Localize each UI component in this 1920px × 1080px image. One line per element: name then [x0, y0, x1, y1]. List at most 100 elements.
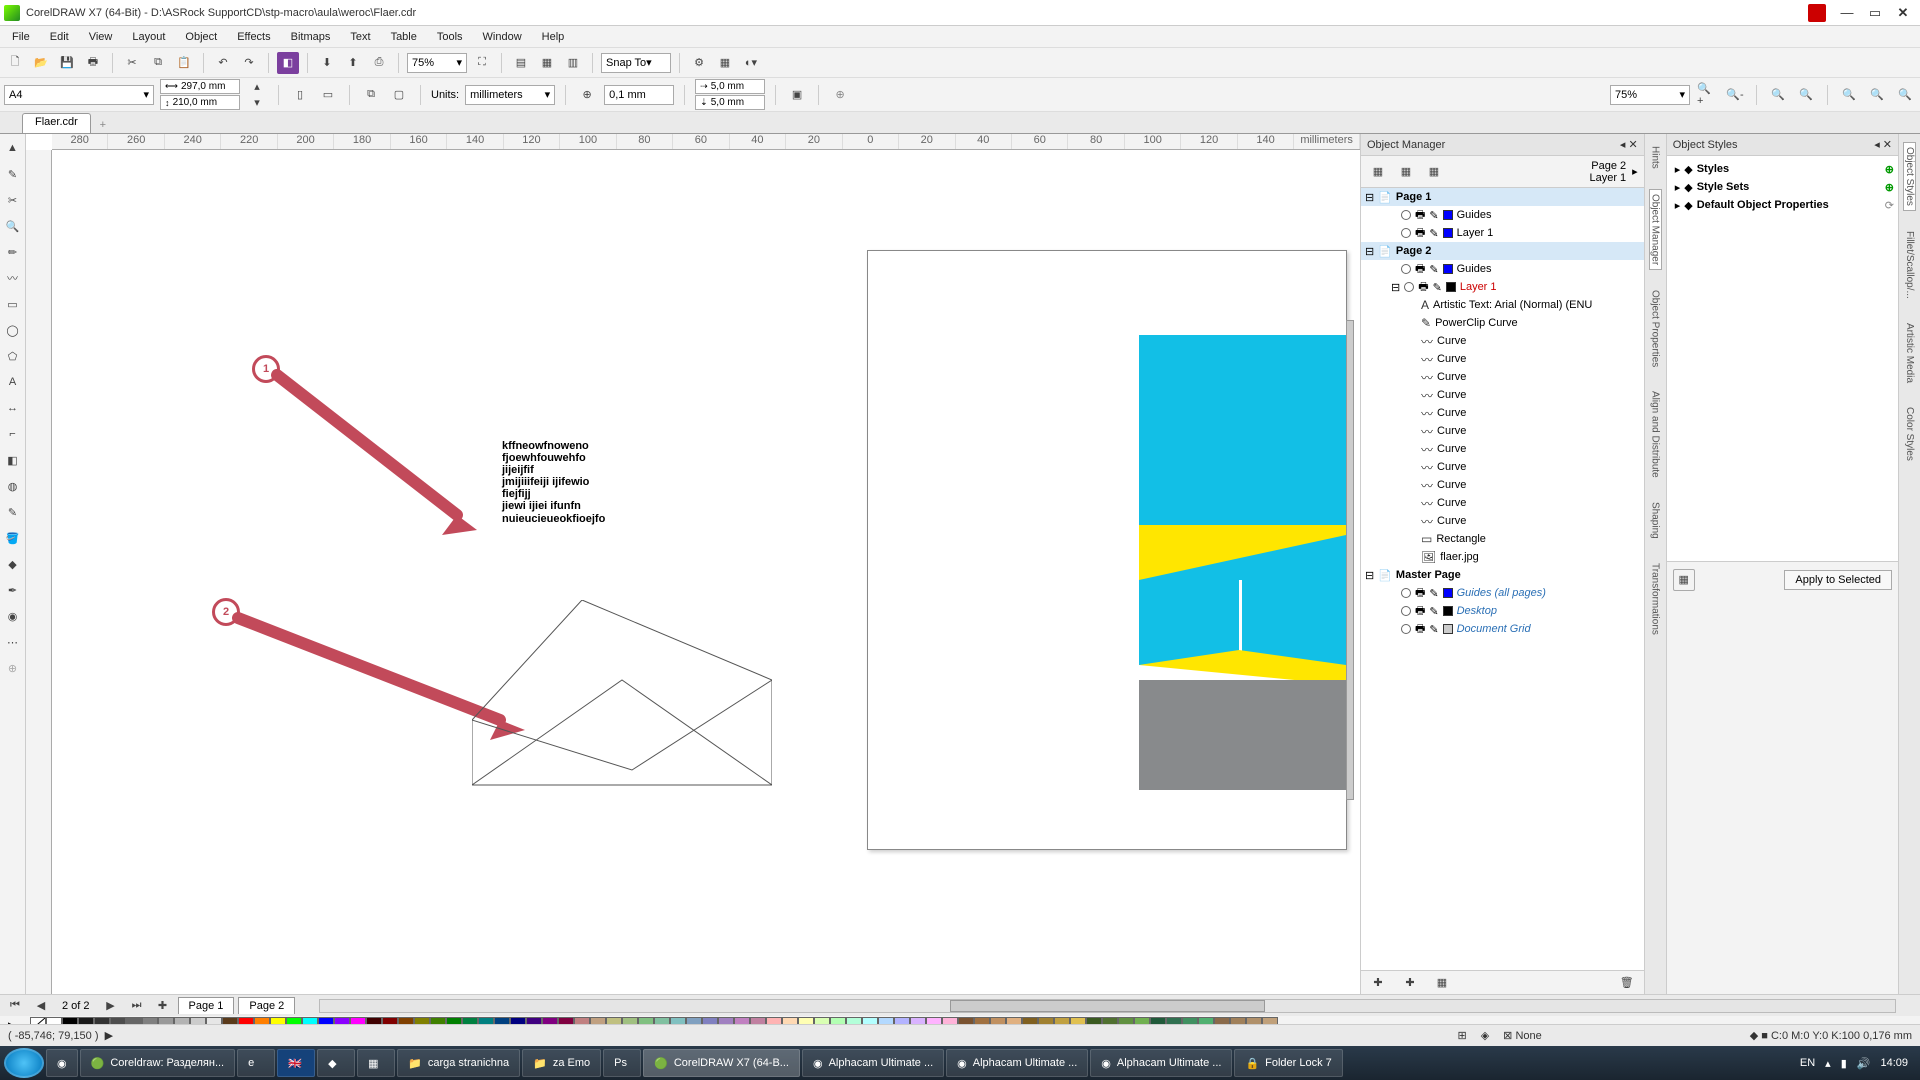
zoom-width-button[interactable]: 🔍	[1866, 84, 1888, 106]
canvas-artistic-text[interactable]: kffneowfnoweno fjoewhfouwehfo jijeijfif …	[502, 440, 605, 525]
expand-toolbox-icon[interactable]: ⊕	[3, 658, 23, 678]
launch-button[interactable]: ▦	[714, 52, 736, 74]
all-pages-button[interactable]: ⧉	[360, 84, 382, 106]
om-btn2[interactable]: ▦	[1395, 161, 1417, 183]
units-select[interactable]: millimeters▾	[465, 85, 555, 105]
full-screen-button[interactable]: ⛶	[471, 52, 493, 74]
taskbar-ps[interactable]: Ps	[603, 1049, 641, 1077]
object-styles-tree[interactable]: ▸◆Styles⊕ ▸◆Style Sets⊕ ▸◆Default Object…	[1667, 156, 1898, 561]
publish-pdf-button[interactable]: ⎙	[368, 52, 390, 74]
zoom-out-button[interactable]: 🔍-	[1724, 84, 1746, 106]
canvas-shape-cyan1[interactable]	[1139, 335, 1346, 545]
zoom-all-button[interactable]: 🔍	[1795, 84, 1817, 106]
show-rulers-button[interactable]: ▤	[510, 52, 532, 74]
om-btn3[interactable]: ▦	[1423, 161, 1445, 183]
menu-help[interactable]: Help	[534, 29, 573, 45]
shape-tool[interactable]: ✎	[3, 164, 23, 184]
zoom-in-button[interactable]: 🔍+	[1696, 84, 1718, 106]
menu-tools[interactable]: Tools	[429, 29, 471, 45]
options-button[interactable]: ⚙	[688, 52, 710, 74]
om-object-row[interactable]: 〰Curve	[1361, 422, 1644, 440]
om-flyout-icon[interactable]: ▸	[1632, 165, 1638, 178]
taskbar-coreldraw[interactable]: 🟢 CorelDRAW X7 (64-B...	[643, 1049, 800, 1077]
om-opts[interactable]: ▦	[1431, 972, 1453, 994]
page-tab-1[interactable]: Page 1	[178, 997, 235, 1014]
spinner-down[interactable]: ▾	[246, 95, 268, 110]
om-new-master[interactable]: ✚	[1399, 972, 1421, 994]
om-object-row[interactable]: 〰Curve	[1361, 476, 1644, 494]
transparency-tool[interactable]: ◍	[3, 476, 23, 496]
taskbar-folder1[interactable]: 📁 carga stranichna	[397, 1049, 520, 1077]
minimize-button[interactable]: —	[1834, 4, 1860, 22]
canvas-shape-gray[interactable]	[1139, 680, 1346, 790]
taskbar-folderlock[interactable]: 🔒 Folder Lock 7	[1234, 1049, 1342, 1077]
menu-view[interactable]: View	[81, 29, 121, 45]
polygon-tool[interactable]: ⬠	[3, 346, 23, 366]
tray-volume-icon[interactable]: 🔊	[1857, 1057, 1871, 1070]
menu-effects[interactable]: Effects	[229, 29, 278, 45]
om-object-row[interactable]: 🖼flaer.jpg	[1361, 548, 1644, 566]
snap-to-select[interactable]: Snap To ▾	[601, 53, 671, 73]
duplicate-x-input[interactable]: ⇢ 5,0 mm	[695, 79, 765, 94]
close-button[interactable]: ✕	[1890, 4, 1916, 22]
styles-preview-button[interactable]: ▦	[1673, 569, 1695, 591]
pick-tool[interactable]: ▲	[3, 138, 23, 158]
page-tab-2[interactable]: Page 2	[238, 997, 295, 1014]
h-scrollbar[interactable]	[319, 999, 1896, 1013]
page-size-select[interactable]: A4▾	[4, 85, 154, 105]
menu-window[interactable]: Window	[475, 29, 530, 45]
nudge-input[interactable]: 0,1 mm	[604, 85, 674, 105]
smart-fill-tool[interactable]: ◆	[3, 554, 23, 574]
print-button[interactable]: 🖶	[82, 52, 104, 74]
taskbar-coreldraw-help[interactable]: 🟢 Coreldraw: Разделян...	[80, 1049, 236, 1077]
current-page-button[interactable]: ▢	[388, 84, 410, 106]
taskbar-app-chrome[interactable]: ◉	[46, 1049, 78, 1077]
cut-button[interactable]: ✂	[121, 52, 143, 74]
taskbar-app2[interactable]: ▦	[357, 1049, 395, 1077]
spinner-up[interactable]: ▴	[246, 79, 268, 94]
new-tab-button[interactable]: +	[95, 117, 111, 133]
zoom-selection-button[interactable]: 🔍	[1767, 84, 1789, 106]
om-object-row[interactable]: 〰Curve	[1361, 512, 1644, 530]
menu-edit[interactable]: Edit	[42, 29, 77, 45]
landscape-button[interactable]: ▭	[317, 84, 339, 106]
artistic-media-tool[interactable]: 〰	[3, 268, 23, 288]
taskbar-ie[interactable]: e	[237, 1049, 275, 1077]
redo-button[interactable]: ↷	[238, 52, 260, 74]
menu-file[interactable]: File	[4, 29, 38, 45]
duplicate-y-input[interactable]: ⇣ 5,0 mm	[695, 95, 765, 110]
open-button[interactable]: 📂	[30, 52, 52, 74]
maximize-button[interactable]: ▭	[1862, 4, 1888, 22]
zoom-level-select[interactable]: 75%▾	[407, 53, 467, 73]
om-object-row[interactable]: 〰Curve	[1361, 458, 1644, 476]
add-page-button[interactable]: ✚	[152, 995, 174, 1017]
crop-tool[interactable]: ✂	[3, 190, 23, 210]
outline-swatch[interactable]: ◆ ■ C:0 M:0 Y:0 K:100 0,176 mm	[1750, 1029, 1912, 1042]
om-object-row[interactable]: 〰Curve	[1361, 404, 1644, 422]
menu-object[interactable]: Object	[177, 29, 225, 45]
zoom-height-button[interactable]: 🔍	[1894, 84, 1916, 106]
undo-button[interactable]: ↶	[212, 52, 234, 74]
tray-lang[interactable]: EN	[1800, 1057, 1815, 1069]
ellipse-tool[interactable]: ◯	[3, 320, 23, 340]
om-object-row[interactable]: AArtistic Text: Arial (Normal) (ENU	[1361, 296, 1644, 314]
freehand-tool[interactable]: ✏	[3, 242, 23, 262]
last-page-button[interactable]: ⏭	[126, 995, 148, 1017]
app-theme-button[interactable]: ◐▾	[740, 52, 762, 74]
drop-shadow-tool[interactable]: ◧	[3, 450, 23, 470]
tray-up-icon[interactable]: ▴	[1825, 1057, 1831, 1070]
treat-as-filled-button[interactable]: ▣	[786, 84, 808, 106]
om-object-row[interactable]: 〰Curve	[1361, 350, 1644, 368]
text-tool[interactable]: A	[3, 372, 23, 392]
interactive-fill-tool[interactable]: 🪣	[3, 528, 23, 548]
parallel-dim-tool[interactable]: ↔	[3, 398, 23, 418]
more-tool[interactable]: ⋯	[3, 632, 23, 652]
docker-tabs-left[interactable]: Hints Object Manager Object Properties A…	[1644, 134, 1666, 994]
menu-text[interactable]: Text	[342, 29, 378, 45]
zoom2-select[interactable]: 75%▾	[1610, 85, 1690, 105]
om-btn1[interactable]: ▦	[1367, 161, 1389, 183]
taskbar-app1[interactable]: ◆	[317, 1049, 355, 1077]
apply-to-selected-button[interactable]: Apply to Selected	[1784, 570, 1892, 590]
doc-tab[interactable]: Flaer.cdr	[22, 113, 91, 133]
show-grid-button[interactable]: ▦	[536, 52, 558, 74]
